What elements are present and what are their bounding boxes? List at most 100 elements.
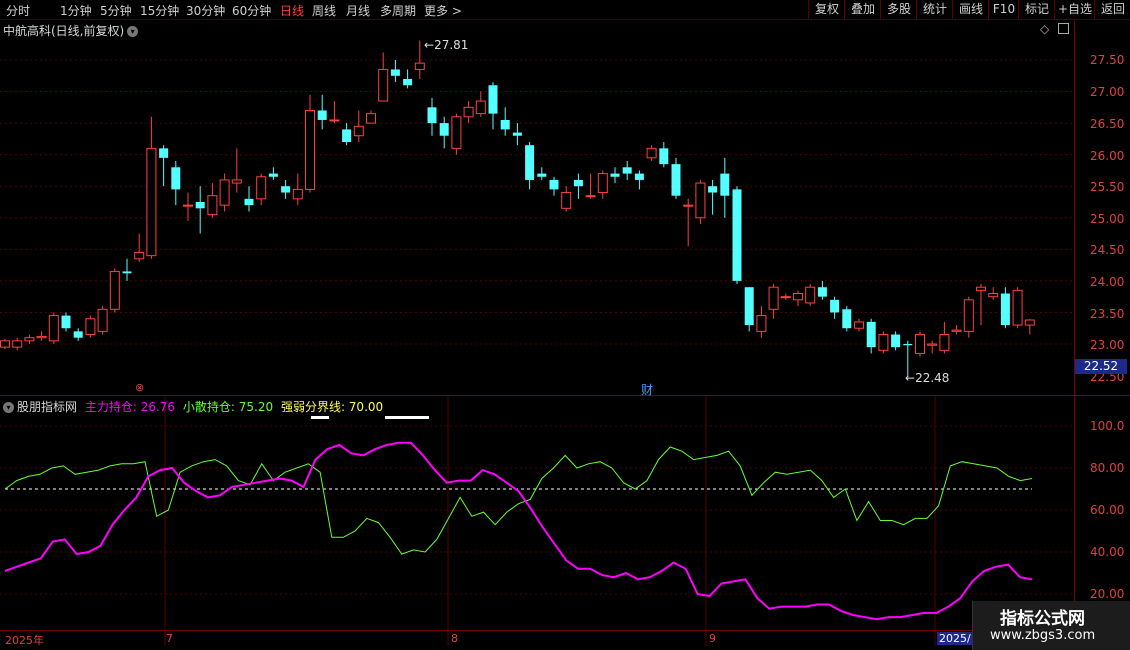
price-tick: 27.00 [1090, 85, 1125, 99]
candle-body-down [817, 287, 827, 297]
candle-body-down [342, 129, 352, 143]
candle-body-up [793, 293, 803, 301]
low-price-marker: ←22.48 [905, 371, 950, 385]
candle-body-down [659, 148, 669, 165]
candle-body-up [805, 286, 816, 304]
candle-body-down [268, 173, 278, 177]
indicator-tick: 60.00 [1090, 503, 1125, 517]
candle-body-up [939, 334, 950, 351]
main-holding-line [4, 441, 1033, 621]
indicator-tick: 80.00 [1090, 461, 1125, 475]
indicator-name: 股朋指标网 [17, 400, 78, 414]
candle-body-down [732, 189, 742, 281]
price-tick: 24.50 [1090, 243, 1125, 257]
candle-body-up [378, 68, 389, 102]
watermark-title: 指标公式网 [1000, 609, 1085, 629]
date-tick: 2025年 [5, 634, 44, 647]
indicator-series [4, 441, 1033, 621]
candle-body-up [366, 113, 376, 124]
date-cursor-label: 2025/ [937, 632, 973, 645]
candle-body-up [597, 173, 608, 194]
candle-body-up [951, 329, 962, 332]
candle-body-up [854, 321, 864, 329]
candle-body-down [622, 167, 632, 174]
candle-body-down [159, 148, 169, 158]
candlestick-series [0, 40, 1035, 377]
candle-body-down [610, 173, 620, 177]
watermark-url: www.zbgs3.com [990, 628, 1096, 643]
candle-body-up [329, 119, 340, 122]
candle-body-down [842, 309, 852, 329]
candle-body-up [305, 109, 315, 190]
candle-body-down [281, 186, 291, 193]
price-tick: 23.50 [1090, 307, 1125, 321]
pane-divider [0, 395, 1130, 396]
candle-body-up [48, 315, 59, 342]
finance-event-marker[interactable]: 财 [641, 381, 653, 398]
candle-body-down [744, 287, 754, 326]
candle-body-down [708, 186, 718, 193]
candle-body-down [427, 107, 437, 124]
candle-body-up [475, 100, 486, 115]
price-tick: 27.50 [1090, 53, 1125, 67]
candle-body-up [756, 315, 767, 332]
candle-body-down [317, 110, 327, 120]
candle-body-up [0, 340, 10, 348]
price-tick: 24.00 [1090, 275, 1125, 289]
candle-body-down [122, 271, 132, 274]
candle-body-down [573, 179, 583, 187]
indicator-tab-marker [311, 416, 329, 419]
candle-body-down [830, 299, 840, 313]
candle-body-up [256, 176, 267, 200]
price-tick: 25.50 [1090, 180, 1125, 194]
high-price-value: 27.81 [434, 38, 469, 52]
date-tick: 7 [166, 632, 173, 645]
candle-body-up [231, 179, 242, 184]
indicator-tick: 40.00 [1090, 545, 1125, 559]
candle-body-down [500, 119, 510, 130]
retail-holding-line [4, 446, 1033, 555]
candle-body-down [403, 78, 413, 86]
candle-body-up [768, 286, 779, 310]
retail-holding-label: 小散持仓: 75.20 [182, 400, 274, 414]
date-tick: 9 [709, 632, 716, 645]
price-tick: 26.50 [1090, 117, 1125, 131]
candle-body-up [12, 340, 23, 348]
low-price-value: 22.48 [915, 371, 950, 385]
event-marker[interactable]: ⊗ [135, 381, 144, 394]
candle-body-up [146, 147, 157, 257]
candle-body-down [866, 321, 876, 348]
candle-body-up [585, 195, 596, 198]
candle-body-up [414, 62, 425, 70]
candle-body-up [463, 106, 474, 118]
candle-body-up [561, 192, 572, 209]
candle-body-up [915, 334, 925, 354]
candle-body-down [1000, 293, 1010, 326]
candle-body-up [134, 251, 145, 260]
candle-body-up [927, 343, 938, 346]
candle-body-up [219, 179, 230, 206]
candle-body-up [85, 318, 96, 336]
candle-body-up [1012, 289, 1023, 326]
candle-body-up [988, 293, 999, 298]
high-price-marker: ←27.81 [424, 38, 469, 52]
candle-body-down [634, 173, 644, 180]
candlestick-chart [0, 40, 1074, 646]
candle-body-up [109, 270, 120, 310]
candle-body-down [439, 123, 449, 136]
chevron-down-icon[interactable]: ▾ [3, 402, 14, 413]
candle-body-up [36, 335, 47, 339]
candle-body-up [292, 188, 303, 200]
candle-body-down [73, 331, 83, 338]
main-holding-label: 主力持仓: 26.76 [84, 400, 176, 414]
candle-body-down [244, 198, 254, 206]
candle-body-up [1024, 319, 1035, 326]
candle-body-down [549, 179, 559, 190]
candle-body-up [695, 182, 706, 219]
date-axis: 2025年 7 8 9 2025/ [0, 630, 1074, 647]
candle-body-up [183, 204, 193, 207]
price-gridlines [0, 59, 1074, 646]
price-axis-line [1074, 21, 1075, 641]
candle-body-down [720, 173, 730, 196]
candle-body-down [195, 202, 205, 209]
